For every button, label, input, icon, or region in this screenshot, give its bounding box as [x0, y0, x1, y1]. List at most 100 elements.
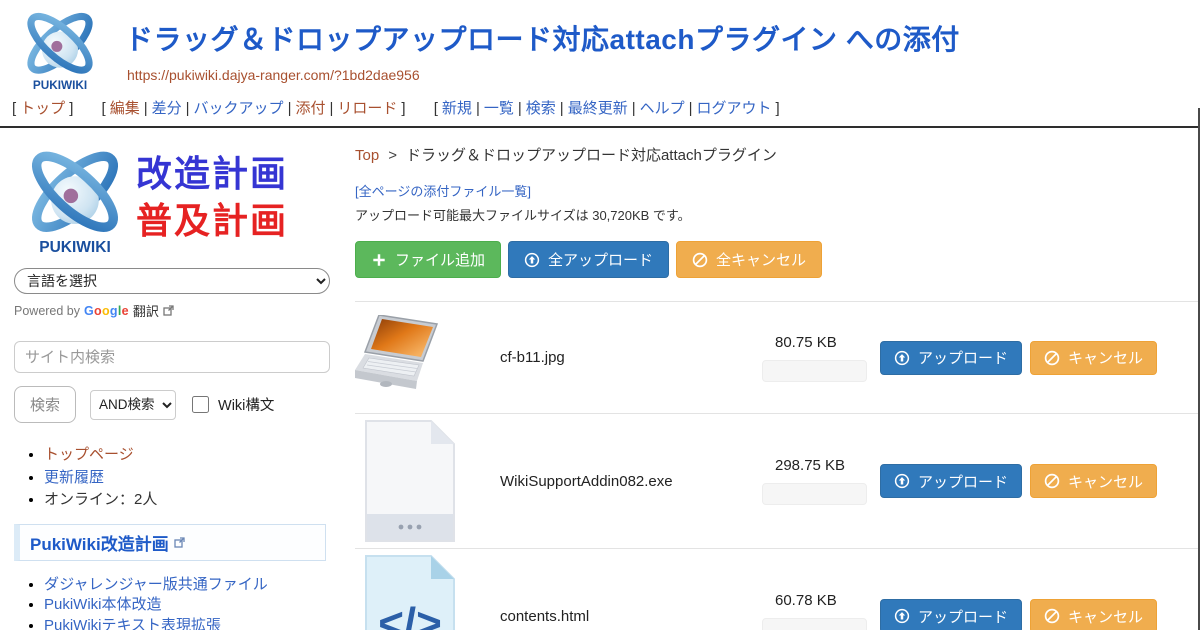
search-mode-select[interactable]: AND検索: [90, 390, 176, 420]
sidebar-item-common-files[interactable]: ダジャレンジャー版共通ファイル: [44, 576, 268, 593]
add-files-button[interactable]: ファイル追加: [355, 241, 501, 278]
progress-bar: [762, 483, 867, 505]
logo-line-fukyu: 普及計画: [136, 198, 288, 245]
laptop-photo-icon: [355, 315, 455, 401]
translate-label: 翻訳: [133, 301, 159, 320]
nav-separator: |: [632, 100, 636, 117]
nav-separator: |: [144, 100, 148, 117]
file-row: WikiSupportAddin082.exe 298.75 KB アップロード…: [355, 413, 1200, 548]
nav-item-top[interactable]: トップ: [20, 100, 65, 117]
nav-item-attach[interactable]: 添付: [295, 100, 325, 117]
wiki-syntax-checkbox[interactable]: [192, 396, 209, 413]
file-size: 80.75 KB: [762, 334, 872, 351]
file-row: </> contents.html 60.78 KB アップロード: [355, 548, 1200, 630]
nav-item-recent[interactable]: 最終更新: [568, 100, 628, 117]
nav-item-help[interactable]: ヘルプ: [640, 100, 685, 117]
nav-item-new[interactable]: 新規: [442, 100, 472, 117]
google-logo: Google: [84, 304, 129, 318]
language-select[interactable]: 言語を選択: [14, 268, 330, 294]
logo-brand-text: PUKIWIKI: [39, 239, 111, 256]
nav-item-backup[interactable]: バックアップ: [194, 100, 284, 117]
site-search-input[interactable]: [14, 341, 330, 373]
file-name: WikiSupportAddin082.exe: [500, 473, 762, 490]
upload-button[interactable]: アップロード: [880, 341, 1022, 375]
upload-all-label: 全アップロード: [548, 249, 653, 270]
breadcrumb: Top > ドラッグ＆ドロップアップロード対応attachプラグイン: [355, 144, 1200, 165]
search-controls: 検索 AND検索 Wiki構文: [14, 386, 345, 423]
nav-item-list[interactable]: 一覧: [484, 100, 514, 117]
cancel-button-label: キャンセル: [1068, 471, 1143, 492]
wiki-syntax-label: Wiki構文: [218, 394, 274, 415]
list-item: トップページ: [44, 444, 345, 467]
section-title-text: PukiWiki改造計画: [30, 530, 169, 555]
sidebar-item-core-mod[interactable]: PukiWiki本体改造: [44, 596, 162, 613]
file-row: cf-b11.jpg 80.75 KB アップロード キャンセル: [355, 301, 1200, 413]
file-generic-icon: [363, 419, 457, 543]
nav-bracket: [: [434, 100, 438, 117]
page-header: PUKIWIKI ドラッグ＆ドロップアップロード対応attachプラグイン への…: [0, 0, 1200, 95]
sidebar-item-online-count: オンライン：2人: [44, 491, 157, 508]
upload-button[interactable]: アップロード: [880, 464, 1022, 498]
logo-brand-text: PUKIWIKI: [33, 79, 87, 92]
sidebar-item-update-history[interactable]: 更新履歴: [44, 469, 104, 486]
nav-item-search[interactable]: 検索: [526, 100, 556, 117]
all-attachments-link[interactable]: [全ページの添付ファイル一覧]: [355, 181, 1200, 200]
cancel-button[interactable]: キャンセル: [1030, 599, 1157, 630]
nav-item-edit[interactable]: 編集: [110, 100, 140, 117]
pukiwiki-logo[interactable]: PUKIWIKI: [12, 4, 108, 92]
list-item: PukiWiki本体改造: [44, 595, 345, 616]
cancel-button[interactable]: キャンセル: [1030, 464, 1157, 498]
breadcrumb-separator: >: [388, 147, 397, 164]
nav-bracket: [: [102, 100, 106, 117]
nav-separator: |: [518, 100, 522, 117]
sidebar-section-title[interactable]: PukiWiki改造計画: [14, 524, 326, 561]
breadcrumb-home-link[interactable]: Top: [355, 147, 379, 164]
plus-icon: [371, 252, 387, 268]
google-translate-credit[interactable]: Powered by Google 翻訳: [14, 301, 345, 320]
progress-bar: [762, 360, 867, 382]
file-thumbnail-cell: </>: [355, 554, 500, 630]
page-url-link[interactable]: https://pukiwiki.dajya-ranger.com/?1bd2d…: [127, 67, 1200, 83]
upload-all-button[interactable]: 全アップロード: [508, 241, 669, 278]
nav-separator: |: [689, 100, 693, 117]
progress-bar: [762, 618, 867, 630]
list-item: ダジャレンジャー版共通ファイル: [44, 575, 345, 596]
upload-button[interactable]: アップロード: [880, 599, 1022, 630]
nav-item-reload[interactable]: リロード: [337, 100, 397, 117]
nav-separator: |: [329, 100, 333, 117]
cancel-button[interactable]: キャンセル: [1030, 341, 1157, 375]
search-button[interactable]: 検索: [14, 386, 76, 423]
ban-circle-icon: [1044, 608, 1060, 624]
nav-bracket: ]: [69, 100, 73, 117]
list-item: 更新履歴: [44, 467, 345, 490]
logo-line-kaizo: 改造計画: [136, 151, 288, 198]
upload-button-label: アップロード: [918, 606, 1008, 627]
file-actions: アップロード キャンセル: [880, 464, 1157, 498]
file-name: cf-b11.jpg: [500, 349, 762, 366]
sidebar-site-logo[interactable]: PUKIWIKI 改造計画 普及計画: [14, 140, 345, 256]
cancel-all-button[interactable]: 全キャンセル: [676, 241, 822, 278]
nav-group-top: [トップ]: [8, 97, 77, 118]
add-files-label: ファイル追加: [395, 249, 485, 270]
nav-bracket: ]: [401, 100, 405, 117]
body-wrap: PUKIWIKI 改造計画 普及計画 言語を選択 Powered by Goog…: [0, 128, 1200, 630]
sidebar-item-text-ext[interactable]: PukiWikiテキスト表現拡張: [44, 617, 221, 630]
file-size: 298.75 KB: [762, 457, 872, 474]
powered-by-text: Powered by: [14, 304, 80, 318]
nav-item-logout[interactable]: ログアウト: [697, 100, 772, 117]
ban-circle-icon: [692, 252, 708, 268]
upload-button-label: アップロード: [918, 471, 1008, 492]
nav-bracket: [: [12, 100, 16, 117]
cancel-button-label: キャンセル: [1068, 606, 1143, 627]
file-actions: アップロード キャンセル: [880, 599, 1157, 630]
nav-item-diff[interactable]: 差分: [152, 100, 182, 117]
sidebar-item-top-page[interactable]: トップページ: [44, 446, 134, 463]
file-progress-cell: 298.75 KB: [762, 457, 872, 505]
header-text-block: ドラッグ＆ドロップアップロード対応attachプラグイン への添付 https:…: [0, 0, 1200, 83]
file-name: contents.html: [500, 608, 762, 625]
upload-circle-icon: [524, 252, 540, 268]
upload-toolbar: ファイル追加 全アップロード 全キャンセル: [355, 241, 1200, 278]
file-actions: アップロード キャンセル: [880, 341, 1157, 375]
breadcrumb-current: ドラッグ＆ドロップアップロード対応attachプラグイン: [406, 147, 777, 164]
sidebar-plugin-links: ダジャレンジャー版共通ファイル PukiWiki本体改造 PukiWikiテキス…: [14, 575, 345, 630]
